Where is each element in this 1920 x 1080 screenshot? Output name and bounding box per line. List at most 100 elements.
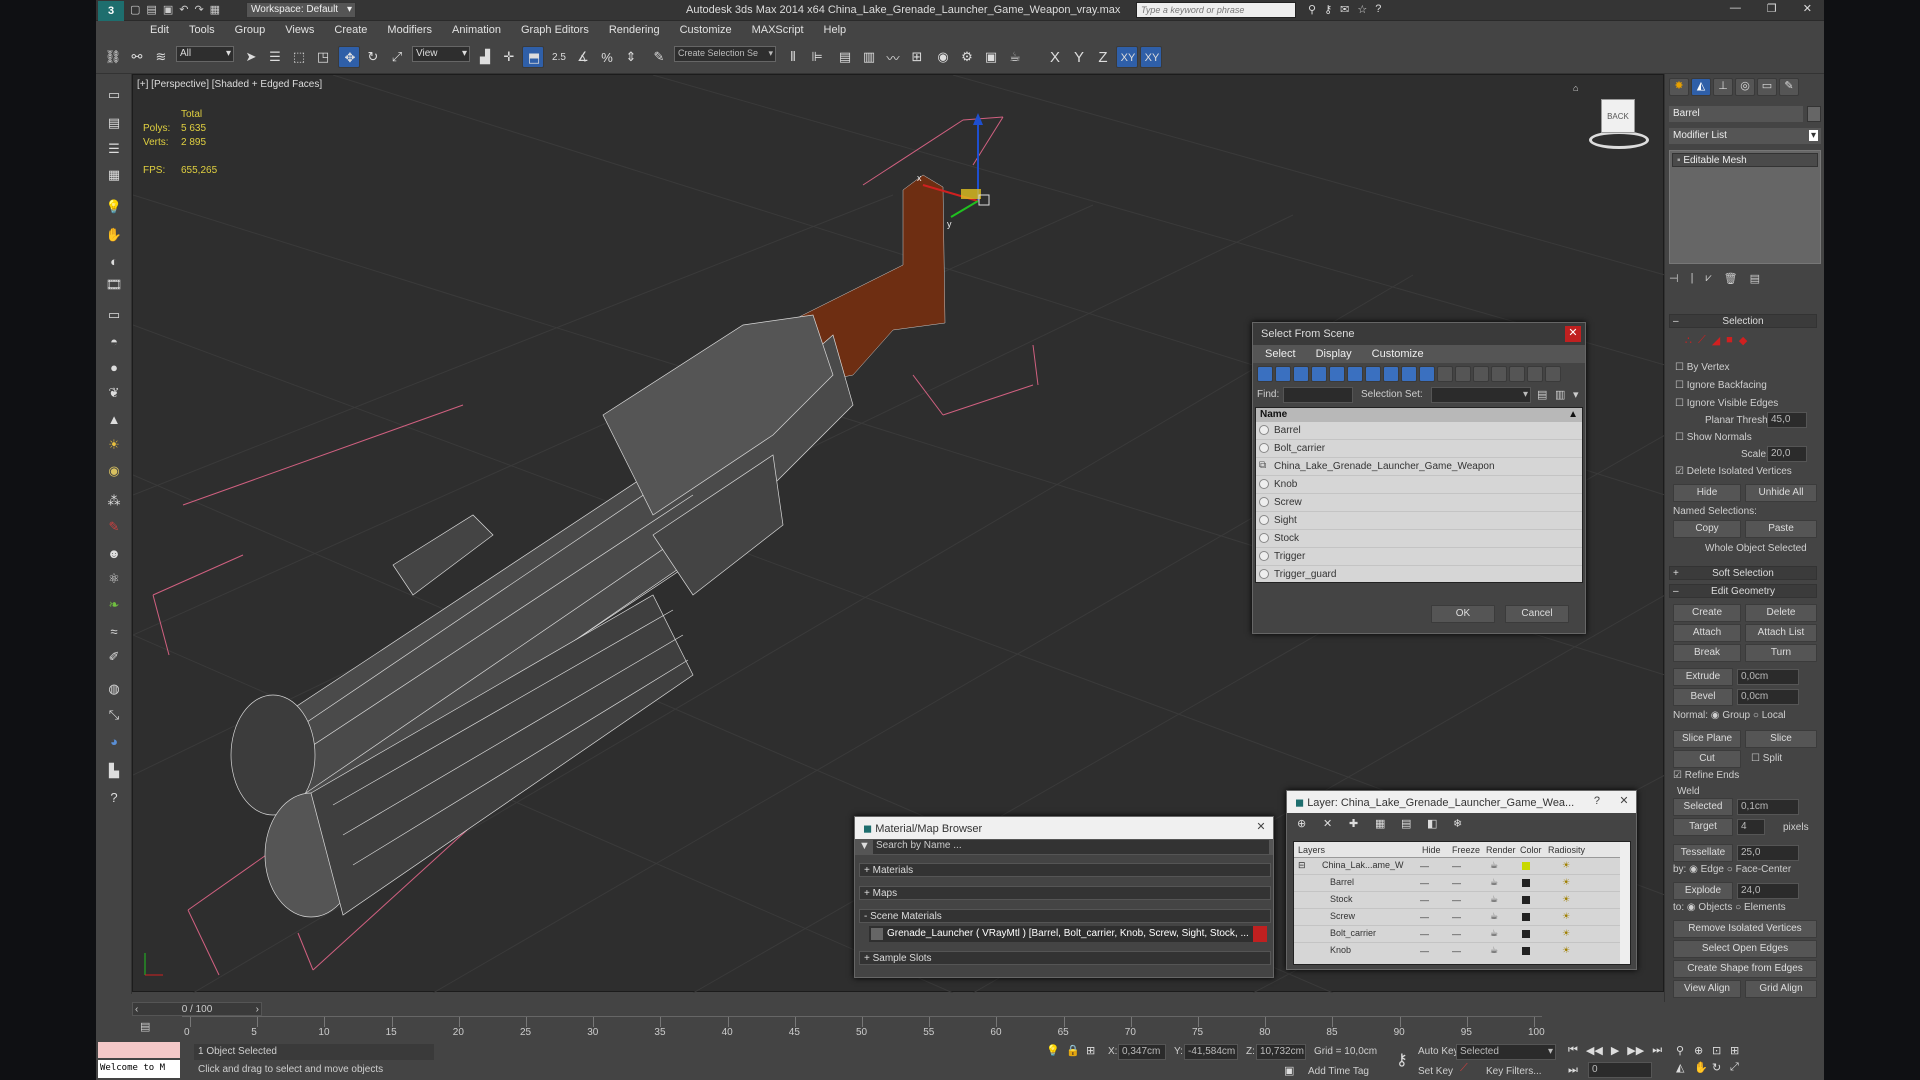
hide-all-icon[interactable]: ◧	[1427, 817, 1437, 830]
bevel-spinner[interactable]: 0,0cm	[1737, 689, 1799, 705]
material-search-input[interactable]: Search by Name ...	[873, 840, 1269, 854]
isolate-icon[interactable]: 💡	[1046, 1044, 1060, 1057]
ref-coord-dropdown[interactable]: View ▾	[412, 46, 470, 62]
col-freeze[interactable]: Freeze	[1452, 845, 1480, 855]
scene-material-item[interactable]: Grenade_Launcher ( VRayMtl ) [Barrel, Bo…	[869, 926, 1267, 942]
axis-z[interactable]: Z	[1092, 46, 1114, 68]
zoom-all-icon[interactable]: ⊕	[1694, 1044, 1712, 1057]
unhide-all-button[interactable]: Unhide All	[1745, 484, 1817, 502]
mirror-icon[interactable]: ⫴	[782, 46, 804, 68]
snap-toggle-icon[interactable]: 2.5	[548, 46, 570, 68]
remove-modifier-icon[interactable]: 🗑	[1724, 272, 1738, 285]
schematic-view-icon[interactable]: ⊞	[906, 46, 928, 68]
bind-spacewarp-icon[interactable]: ≋	[150, 46, 172, 68]
menu-icon[interactable]: ▾	[1573, 388, 1579, 401]
cone-icon[interactable]: ▲	[103, 408, 125, 430]
goto-end-icon[interactable]: ⏭	[1652, 1044, 1662, 1057]
teapot-icon[interactable]: ☕	[1490, 945, 1498, 956]
goto-start-icon[interactable]: ⏮	[1568, 1044, 1578, 1057]
maxscript-listener[interactable]	[98, 1042, 180, 1058]
list-item[interactable]: Knob	[1256, 476, 1582, 494]
show-normals-checkbox[interactable]: ☐ Show Normals	[1675, 432, 1752, 443]
time-slider[interactable]: ‹ 0 / 100 ›	[132, 1002, 262, 1016]
group-radio[interactable]: ◉ Group	[1711, 710, 1750, 721]
menu-create[interactable]: Create	[324, 21, 377, 40]
tab-select[interactable]: Select	[1255, 345, 1306, 363]
close-icon[interactable]: ✕	[1565, 326, 1581, 342]
transform-icon[interactable]: ⤡	[103, 704, 125, 726]
col-hide[interactable]: Hide	[1422, 845, 1441, 855]
dome-icon[interactable]: ◓	[103, 330, 125, 352]
scene-explorer-icon[interactable]: ▤	[103, 112, 125, 134]
filter-lights-icon[interactable]	[1293, 366, 1309, 382]
rect-selection-icon[interactable]: ⬚	[288, 46, 310, 68]
create-shape-button[interactable]: Create Shape from Edges	[1673, 960, 1817, 978]
break-button[interactable]: Break	[1673, 644, 1741, 662]
ok-button[interactable]: OK	[1431, 605, 1495, 623]
tab-display[interactable]: Display	[1306, 345, 1362, 363]
filter-shapes-icon[interactable]	[1275, 366, 1291, 382]
help-circle-icon[interactable]: ?	[103, 786, 125, 808]
named-selection-dropdown[interactable]: Create Selection Se ▾	[674, 46, 776, 62]
explode-spinner[interactable]: 24,0	[1737, 883, 1799, 899]
set-key-icon[interactable]: ⟋	[1460, 1062, 1468, 1075]
refine-ends-checkbox[interactable]: ☑ Refine Ends	[1673, 770, 1739, 781]
teapot-icon[interactable]: ☕	[1490, 911, 1498, 922]
next-frame-icon[interactable]: ›	[256, 1003, 259, 1016]
atom-icon[interactable]: ⚛	[103, 568, 125, 590]
curve-editor-icon[interactable]: 〰	[882, 46, 904, 68]
grab-icon[interactable]: ✋	[103, 224, 125, 246]
filter-geometry-icon[interactable]	[1257, 366, 1273, 382]
next-key-icon[interactable]: ▶▶	[1627, 1044, 1644, 1057]
list-icon[interactable]: ☰	[103, 138, 125, 160]
display-tab-icon[interactable]: ▭	[1757, 78, 1777, 96]
axis-xy[interactable]: XY	[1116, 46, 1138, 68]
radiosity-icon[interactable]: ☀	[1562, 894, 1570, 905]
key-selection-dropdown[interactable]: Selected ▾	[1456, 1044, 1556, 1060]
edge-mode-icon[interactable]: ⟋	[1698, 334, 1706, 347]
bevel-button[interactable]: Bevel	[1673, 688, 1733, 706]
edit-geometry-rollout[interactable]: – Edit Geometry	[1669, 584, 1817, 598]
graphite-ribbon-icon[interactable]: ▥	[858, 46, 880, 68]
axis-y[interactable]: Y	[1068, 46, 1090, 68]
filter-cameras-icon[interactable]	[1311, 366, 1327, 382]
camera-icon[interactable]: ▙	[103, 760, 125, 782]
close-icon[interactable]: ✕	[1253, 820, 1269, 836]
element-mode-icon[interactable]: ◆	[1739, 334, 1747, 347]
soft-selection-rollout[interactable]: + Soft Selection	[1669, 566, 1817, 580]
current-frame-field[interactable]: 0	[1588, 1062, 1652, 1078]
maps-section[interactable]: + Maps	[859, 886, 1271, 900]
hold-icon[interactable]: ▦	[210, 3, 220, 16]
grass-icon[interactable]: ❦	[103, 382, 125, 404]
scale-spinner[interactable]: 20,0	[1767, 446, 1807, 462]
copy-button[interactable]: Copy	[1673, 520, 1741, 538]
radiosity-icon[interactable]: ☀	[1562, 877, 1570, 888]
layer-row[interactable]: Bolt_carrier — — ☕ ☀	[1294, 926, 1630, 943]
radiosity-icon[interactable]: ☀	[1562, 911, 1570, 922]
list-item[interactable]: Stock	[1256, 530, 1582, 548]
modify-tab-icon[interactable]: ◭	[1691, 78, 1711, 96]
list-item[interactable]: Screw	[1256, 494, 1582, 512]
person-icon[interactable]: ☻	[103, 542, 125, 564]
filter-helpers-icon[interactable]	[1329, 366, 1345, 382]
filter-xrefs-icon[interactable]	[1383, 366, 1399, 382]
lock-icon[interactable]: 🔒	[1066, 1044, 1080, 1057]
undo-icon[interactable]: ↶	[179, 3, 188, 16]
create-tab-icon[interactable]: ✸	[1669, 78, 1689, 96]
key-mode-icon[interactable]: ⚷	[1396, 1050, 1408, 1070]
menu-customize[interactable]: Customize	[670, 21, 742, 40]
col-layers[interactable]: Layers	[1298, 845, 1325, 855]
new-file-icon[interactable]: ▢	[130, 3, 140, 16]
delete-layer-icon[interactable]: ✕	[1323, 817, 1332, 830]
viewcube[interactable]: BACK ⌂	[1573, 83, 1653, 153]
ignore-visible-edges-checkbox[interactable]: ☐ Ignore Visible Edges	[1675, 398, 1778, 409]
menu-modifiers[interactable]: Modifiers	[377, 21, 442, 40]
motion-tab-icon[interactable]: ◎	[1735, 78, 1755, 96]
cancel-button[interactable]: Cancel	[1505, 605, 1569, 623]
delete-isolated-checkbox[interactable]: ☑ Delete Isolated Vertices	[1675, 466, 1792, 477]
extrude-button[interactable]: Extrude	[1673, 668, 1733, 686]
angle-snap-icon[interactable]: ∡	[572, 46, 594, 68]
face-mode-icon[interactable]: ◢	[1712, 334, 1720, 347]
layer-color-swatch[interactable]	[1522, 913, 1530, 921]
set-key-button[interactable]: Set Key	[1418, 1066, 1453, 1077]
